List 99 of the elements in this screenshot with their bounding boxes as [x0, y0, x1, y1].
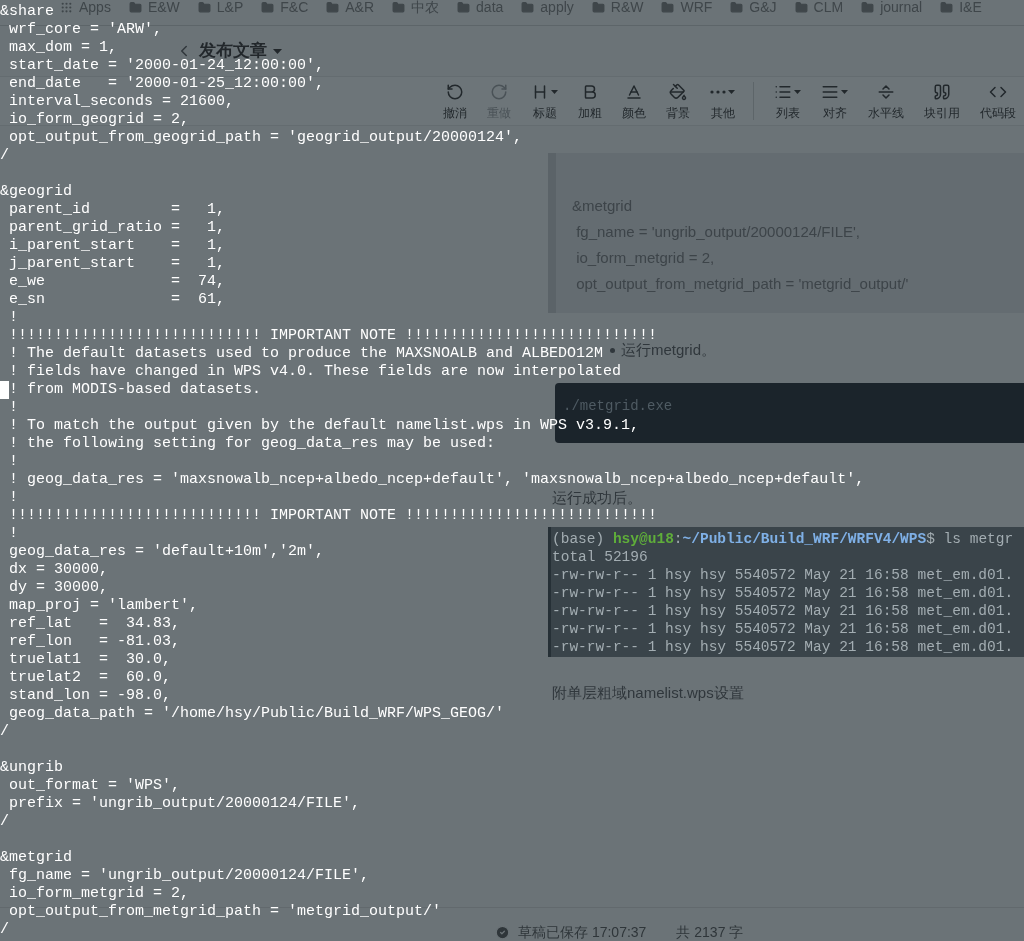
- apps-icon: [60, 0, 73, 14]
- toolbar-icon: [821, 83, 839, 101]
- terminal-line: interval_seconds = 21600,: [8, 93, 235, 111]
- folder-icon: [197, 0, 211, 14]
- toolbar-icon: [774, 83, 792, 101]
- terminal-line: ! the following setting for geog_data_res may be used:: [8, 435, 496, 453]
- terminal-output-line: -rw-rw-r-- 1 hsy hsy 5540572 May 21 16:58 met_em.d01.: [552, 566, 1014, 584]
- terminal-line: out_format = 'WPS',: [8, 777, 181, 795]
- code-block-button[interactable]: 代码段: [974, 82, 1022, 120]
- terminal-output-line: -rw-rw-r-- 1 hsy hsy 5540572 May 21 16:58 met_em.d01.: [552, 602, 1014, 620]
- terminal-output-line: -rw-rw-r-- 1 hsy hsy 5540572 May 21 16:58 met_em.d01.: [552, 620, 1014, 638]
- terminal-line: geog_data_path = '/home/hsy/Public/Build_WRF/WPS_GEOG/': [8, 705, 505, 723]
- toolbar-icon: [490, 83, 508, 101]
- horizontal-rule-button[interactable]: 水平线: [862, 82, 910, 120]
- caret-icon: [794, 90, 801, 94]
- caret-icon: [273, 48, 282, 54]
- terminal-line: !: [8, 525, 18, 543]
- terminal-line: ! To match the output given by the default namelist.wps in WPS v3.9.1,: [8, 417, 640, 435]
- caret-icon: [728, 90, 735, 94]
- folder-icon: [794, 0, 808, 14]
- ellipsis-icon: [710, 90, 726, 94]
- folder-icon: [521, 0, 535, 14]
- save-status: 草稿已保存 17:07:37: [518, 924, 647, 940]
- terminal-line: map_proj = 'lambert',: [8, 597, 199, 615]
- terminal-output-line: -rw-rw-r-- 1 hsy hsy 5540572 May 21 16:58 met_em.d01.: [552, 638, 1014, 656]
- terminal-line: stand_lon = -98.0,: [8, 687, 172, 705]
- terminal-line: end_date = '2000-01-25_12:00:00',: [8, 75, 325, 93]
- terminal-output-line: (base) hsy@u18:~/Public/Build_WRF/WRFV4/WPS$ ls metgr: [552, 530, 1014, 548]
- quote-button[interactable]: 块引用: [918, 82, 966, 120]
- terminal-line: ref_lat = 34.83,: [8, 615, 181, 633]
- list-button[interactable]: 列表: [768, 82, 807, 120]
- code-text: ./metgrid.exe: [563, 398, 673, 414]
- terminal-line: parent_id = 1,: [8, 201, 226, 219]
- terminal-line: io_form_metgrid = 2,: [8, 885, 190, 903]
- terminal-line: dx = 30000,: [8, 561, 109, 579]
- terminal-line: opt_output_from_geogrid_path = 'geogrid_output/20000124',: [8, 129, 523, 147]
- folder-icon: [128, 0, 142, 14]
- toolbar-icon: [933, 83, 951, 101]
- heading-button[interactable]: 标题: [525, 82, 564, 120]
- toolbar-icon: [877, 83, 895, 101]
- terminal-line: &ungrib: [0, 759, 63, 777]
- toolbar-icon: [625, 83, 643, 101]
- terminal-line: truelat1 = 30.0,: [8, 651, 172, 669]
- terminal-line: !: [8, 489, 18, 507]
- align-button[interactable]: 对齐: [815, 82, 854, 120]
- bullet-icon: [610, 347, 615, 353]
- terminal-line: io_form_geogrid = 2,: [8, 111, 190, 129]
- terminal-line: ! from MODIS-based datasets.: [9, 381, 262, 399]
- terminal-line: &share: [0, 3, 54, 21]
- toolbar-icon: [446, 83, 464, 101]
- terminal-line: fg_name = 'ungrib_output/20000124/FILE',: [8, 867, 370, 885]
- terminal-line: !: [8, 399, 18, 417]
- folder-icon: [261, 0, 275, 14]
- background-button[interactable]: 背景: [660, 82, 696, 120]
- terminal-line: !: [8, 309, 18, 327]
- terminal-output-line: total 52196: [552, 548, 648, 566]
- caret-icon: [551, 90, 558, 94]
- terminal-line: wrf_core = 'ARW',: [8, 21, 163, 39]
- terminal-line: prefix = 'ungrib_output/20000124/FILE',: [8, 795, 361, 813]
- folder-icon: [457, 0, 471, 14]
- text-color-button[interactable]: 颜色: [616, 82, 652, 120]
- folder-icon: [326, 0, 340, 14]
- terminal-line: truelat2 = 60.0,: [8, 669, 172, 687]
- terminal-line: e_sn = 61,: [8, 291, 226, 309]
- terminal-line: max_dom = 1,: [8, 39, 118, 57]
- more-button[interactable]: 其他: [704, 82, 741, 120]
- folder-icon: [392, 0, 406, 14]
- terminal-line: parent_grid_ratio = 1,: [8, 219, 226, 237]
- terminal-line: dy = 30000,: [8, 579, 109, 597]
- folder-icon: [940, 0, 954, 14]
- terminal-line: opt_output_from_metgrid_path = 'metgrid_output/': [8, 903, 442, 921]
- undo-button[interactable]: 撤消: [437, 82, 473, 120]
- terminal-line: &metgrid: [0, 849, 72, 867]
- terminal-line: !: [8, 453, 18, 471]
- terminal-line: start_date = '2000-01-24_12:00:00',: [8, 57, 325, 75]
- terminal-line: j_parent_start = 1,: [8, 255, 226, 273]
- bold-button[interactable]: 加粗: [572, 82, 608, 120]
- folder-icon: [661, 0, 675, 14]
- terminal-line: ref_lon = -81.03,: [8, 633, 181, 651]
- terminal-line: ! fields have changed in WPS v4.0. These fields are now interpolated: [8, 363, 622, 381]
- terminal-line: geog_data_res = 'default+10m','2m',: [8, 543, 325, 561]
- toolbar-icon: [669, 83, 687, 101]
- caret-icon: [841, 90, 848, 94]
- terminal-line: /: [0, 147, 9, 165]
- folder-icon: [861, 0, 875, 14]
- terminal-line: ! geog_data_res = 'maxsnowalb_ncep+albedo_ncep+default', 'maxsnowalb_ncep+albedo_ncep+default',: [8, 471, 865, 489]
- terminal-line: /: [0, 813, 9, 831]
- terminal-line: !!!!!!!!!!!!!!!!!!!!!!!!!!!! IMPORTANT NOTE !!!!!!!!!!!!!!!!!!!!!!!!!!!!: [8, 507, 658, 525]
- folder-icon: [730, 0, 744, 14]
- terminal-output-line: -rw-rw-r-- 1 hsy hsy 5540572 May 21 16:58 met_em.d01.: [552, 584, 1014, 602]
- terminal-line: &geogrid: [0, 183, 72, 201]
- terminal-line: e_we = 74,: [8, 273, 226, 291]
- folder-icon: [591, 0, 605, 14]
- paragraph: 运行成功后。: [552, 491, 642, 505]
- word-count: 共 2137 字: [676, 924, 744, 940]
- terminal-line: /: [0, 921, 9, 939]
- terminal-line: ! The default datasets used to produce the MAXSNOALB and ALBEDO12M: [8, 345, 604, 363]
- terminal-line: i_parent_start = 1,: [8, 237, 226, 255]
- terminal-line: /: [0, 723, 9, 741]
